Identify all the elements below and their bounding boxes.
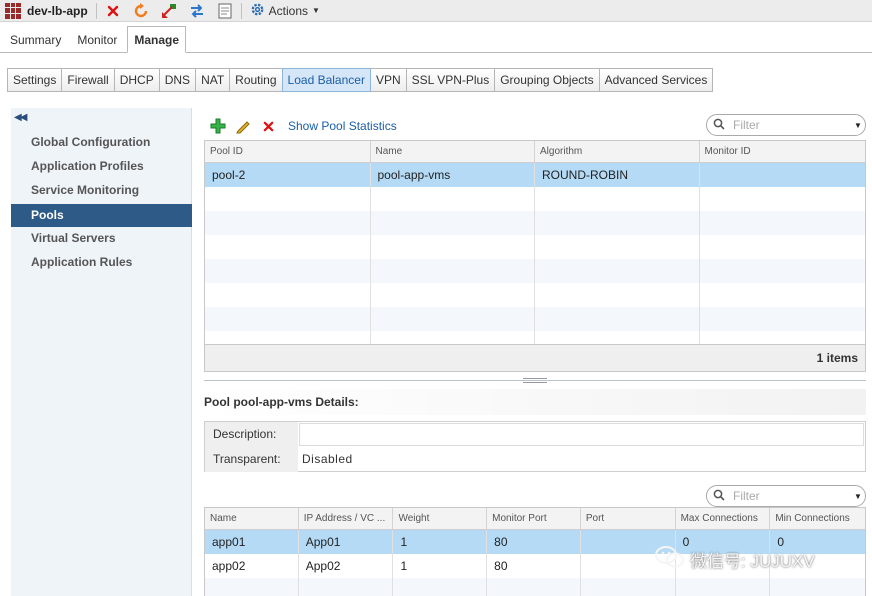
tab-manage[interactable]: Manage	[127, 26, 187, 53]
pools-table: Pool ID Name Algorithm Monitor ID pool-2…	[204, 140, 866, 372]
description-label: Description:	[205, 422, 298, 447]
tab-settings[interactable]: Settings	[7, 68, 63, 92]
filter-placeholder: Filter	[733, 118, 760, 132]
column-header-min-connections[interactable]: Min Connections	[770, 508, 865, 529]
tab-monitor[interactable]: Monitor	[71, 28, 123, 52]
empty-row	[205, 283, 865, 307]
column-header-monitor-port[interactable]: Monitor Port	[487, 508, 581, 529]
tab-dhcp[interactable]: DHCP	[113, 68, 160, 92]
column-header-name[interactable]: Name	[371, 141, 535, 162]
empty-row	[205, 578, 865, 596]
transparent-row: Transparent: Disabled	[205, 447, 865, 472]
table-row[interactable]: pool-2 pool-app-vms ROUND-ROBIN	[205, 163, 865, 187]
sidebar-item-global-configuration[interactable]: Global Configuration	[11, 131, 192, 154]
sub-tabs: Settings Firewall DHCP DNS NAT Routing L…	[7, 68, 714, 92]
sync-icon[interactable]	[189, 3, 205, 19]
members-table-header: Name IP Address / VC ... Weight Monitor …	[205, 508, 865, 530]
tab-firewall[interactable]: Firewall	[61, 68, 115, 92]
tab-advanced-services[interactable]: Advanced Services	[598, 68, 714, 92]
column-header-pool-id[interactable]: Pool ID	[205, 141, 371, 162]
tab-grouping-objects[interactable]: Grouping Objects	[494, 68, 600, 92]
tab-summary[interactable]: Summary	[4, 28, 67, 52]
title-bar: dev-lb-app Actions ▼	[0, 0, 872, 22]
splitter-handle-icon[interactable]	[523, 378, 547, 383]
member-weight-cell: 1	[393, 530, 488, 554]
members-filter-input[interactable]: Filter ▼	[706, 485, 866, 507]
caret-down-icon: ▼	[312, 6, 320, 15]
gear-icon	[250, 2, 265, 20]
column-header-ip-address[interactable]: IP Address / VC ...	[299, 508, 394, 529]
monitor-id-cell	[700, 163, 866, 187]
empty-row	[205, 211, 865, 235]
member-ip-cell: App02	[299, 554, 394, 578]
member-monitor-port-cell: 80	[487, 554, 581, 578]
tab-nat[interactable]: NAT	[195, 68, 231, 92]
tab-vpn[interactable]: VPN	[369, 68, 407, 92]
sidebar: ◀◀ Global Configuration Application Prof…	[11, 108, 192, 596]
member-ip-cell: App01	[299, 530, 394, 554]
column-header-algorithm[interactable]: Algorithm	[535, 141, 700, 162]
member-name-cell: app02	[205, 554, 299, 578]
wechat-watermark: 微信号: JUJUXV	[655, 545, 815, 574]
transparent-label: Transparent:	[205, 447, 298, 472]
transparent-value: Disabled	[302, 452, 353, 466]
pools-item-count: 1 items	[205, 344, 865, 371]
pool-id-cell: pool-2	[205, 163, 371, 187]
empty-row	[205, 235, 865, 259]
pools-table-header: Pool ID Name Algorithm Monitor ID	[205, 141, 865, 163]
filter-placeholder: Filter	[733, 489, 760, 503]
column-header-max-connections[interactable]: Max Connections	[676, 508, 771, 529]
empty-row	[205, 187, 865, 211]
chevron-down-icon[interactable]: ▼	[851, 492, 865, 501]
pool-name-cell: pool-app-vms	[371, 163, 535, 187]
collapse-sidebar-icon[interactable]: ◀◀	[14, 112, 27, 123]
pool-toolbar: Show Pool Statistics	[210, 117, 397, 135]
actions-menu-button[interactable]: Actions ▼	[250, 2, 320, 20]
description-value	[299, 423, 864, 446]
show-pool-statistics-link[interactable]: Show Pool Statistics	[288, 119, 397, 133]
sidebar-item-pools[interactable]: Pools	[11, 204, 192, 227]
sidebar-item-virtual-servers[interactable]: Virtual Servers	[11, 227, 192, 250]
toolbar-separator	[95, 2, 97, 19]
empty-row	[205, 259, 865, 283]
wechat-icon	[655, 545, 685, 574]
tab-ssl-vpn-plus[interactable]: SSL VPN-Plus	[405, 68, 496, 92]
pool-details-panel: Description: Transparent: Disabled	[204, 421, 866, 472]
refresh-icon[interactable]	[133, 2, 149, 19]
pool-filter-input[interactable]: Filter ▼	[706, 114, 866, 136]
column-header-monitor-id[interactable]: Monitor ID	[700, 141, 866, 162]
watermark-text: 微信号: JUJUXV	[690, 552, 815, 571]
app-title: dev-lb-app	[27, 3, 88, 18]
edit-icon[interactable]	[235, 118, 251, 134]
description-row: Description:	[205, 422, 865, 447]
member-name-cell: app01	[205, 530, 299, 554]
chevron-down-icon[interactable]: ▼	[851, 121, 865, 130]
toolbar-separator	[240, 2, 242, 19]
actions-label: Actions	[268, 3, 309, 18]
column-header-port[interactable]: Port	[581, 508, 676, 529]
tab-routing[interactable]: Routing	[229, 68, 283, 92]
notes-icon[interactable]	[217, 3, 233, 19]
algorithm-cell: ROUND-ROBIN	[535, 163, 700, 187]
empty-row	[205, 307, 865, 331]
search-icon	[713, 118, 725, 133]
tab-load-balancer[interactable]: Load Balancer	[281, 68, 371, 92]
search-icon	[713, 489, 725, 504]
member-weight-cell: 1	[393, 554, 488, 578]
migrate-icon[interactable]	[161, 3, 177, 19]
sidebar-item-application-rules[interactable]: Application Rules	[11, 251, 192, 274]
tab-dns[interactable]: DNS	[158, 68, 197, 92]
add-icon[interactable]	[210, 118, 226, 134]
delete-icon[interactable]	[105, 3, 121, 19]
sidebar-item-service-monitoring[interactable]: Service Monitoring	[11, 179, 192, 202]
main-tabs: Summary Monitor Manage	[0, 26, 872, 53]
edge-app-icon	[5, 2, 21, 19]
pool-details-title: Pool pool-app-vms Details:	[204, 389, 866, 415]
sidebar-item-application-profiles[interactable]: Application Profiles	[11, 155, 192, 178]
column-header-weight[interactable]: Weight	[393, 508, 488, 529]
column-header-name[interactable]: Name	[205, 508, 299, 529]
delete-icon[interactable]	[260, 118, 276, 134]
member-monitor-port-cell: 80	[487, 530, 581, 554]
